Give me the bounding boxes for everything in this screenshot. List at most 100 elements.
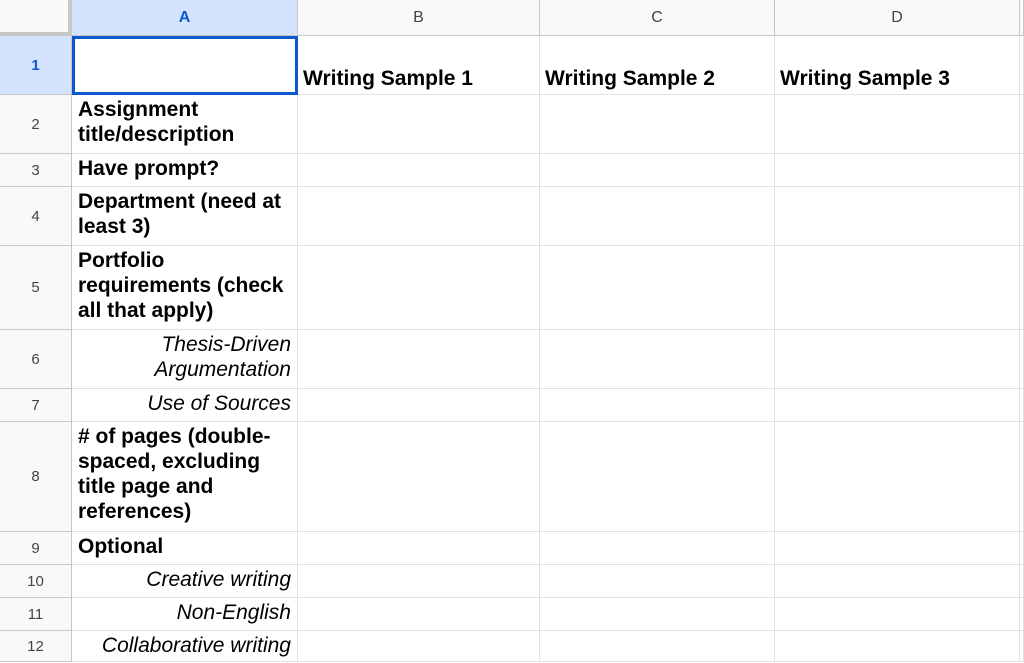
cell-e12[interactable] <box>1020 631 1024 662</box>
column-header-c[interactable]: C <box>540 0 775 36</box>
cell-e2[interactable] <box>1020 95 1024 154</box>
cell-a9[interactable]: Optional <box>72 532 298 565</box>
cell-a8[interactable]: # of pages (double-spaced, excluding tit… <box>72 422 298 532</box>
cell-c5[interactable] <box>540 246 775 330</box>
cell-text: # of pages (double-spaced, excluding tit… <box>78 425 271 523</box>
cell-a4[interactable]: Department (need at least 3) <box>72 187 298 246</box>
cell-d11[interactable] <box>775 598 1020 631</box>
table-row: 3 Have prompt? <box>0 154 1024 187</box>
cell-text: Writing Sample 3 <box>780 67 950 90</box>
cell-b7[interactable] <box>298 389 540 422</box>
cell-text: Writing Sample 2 <box>545 67 715 90</box>
cell-b10[interactable] <box>298 565 540 598</box>
cell-c4[interactable] <box>540 187 775 246</box>
select-all-corner[interactable] <box>0 0 72 36</box>
cell-text: Optional <box>78 535 164 558</box>
cell-a10[interactable]: Creative writing <box>72 565 298 598</box>
row-header[interactable]: 7 <box>0 389 72 422</box>
cell-a2[interactable]: Assignment title/description <box>72 95 298 154</box>
cell-d1[interactable]: Writing Sample 3 <box>775 36 1020 95</box>
row-header[interactable]: 6 <box>0 330 72 389</box>
cell-a3[interactable]: Have prompt? <box>72 154 298 187</box>
cell-c3[interactable] <box>540 154 775 187</box>
cell-text: Collaborative writing <box>101 634 291 657</box>
cell-c2[interactable] <box>540 95 775 154</box>
cell-e7[interactable] <box>1020 389 1024 422</box>
cell-text: Assignment title/description <box>78 98 235 146</box>
cell-b2[interactable] <box>298 95 540 154</box>
cell-b5[interactable] <box>298 246 540 330</box>
cell-c8[interactable] <box>540 422 775 532</box>
cell-e8[interactable] <box>1020 422 1024 532</box>
table-row: 4 Department (need at least 3) <box>0 187 1024 246</box>
cell-d10[interactable] <box>775 565 1020 598</box>
cell-c10[interactable] <box>540 565 775 598</box>
table-row: 9 Optional <box>0 532 1024 565</box>
row-header[interactable]: 10 <box>0 565 72 598</box>
cell-d7[interactable] <box>775 389 1020 422</box>
row-header[interactable]: 12 <box>0 631 72 662</box>
cell-c7[interactable] <box>540 389 775 422</box>
cell-d5[interactable] <box>775 246 1020 330</box>
cell-b4[interactable] <box>298 187 540 246</box>
cell-b3[interactable] <box>298 154 540 187</box>
cell-c11[interactable] <box>540 598 775 631</box>
cell-b8[interactable] <box>298 422 540 532</box>
cell-b11[interactable] <box>298 598 540 631</box>
row-header[interactable]: 2 <box>0 95 72 154</box>
cell-text: Have prompt? <box>78 157 220 180</box>
cell-b6[interactable] <box>298 330 540 389</box>
cell-e11[interactable] <box>1020 598 1024 631</box>
cell-b12[interactable] <box>298 631 540 662</box>
row-header[interactable]: 9 <box>0 532 72 565</box>
cell-e3[interactable] <box>1020 154 1024 187</box>
cell-d4[interactable] <box>775 187 1020 246</box>
cell-a11[interactable]: Non-English <box>72 598 298 631</box>
cell-a6[interactable]: Thesis-Driven Argumentation <box>72 330 298 389</box>
table-row: 5 Portfolio requirements (check all that… <box>0 246 1024 330</box>
table-row: 10 Creative writing <box>0 565 1024 598</box>
column-header-b[interactable]: B <box>298 0 540 36</box>
cell-b9[interactable] <box>298 532 540 565</box>
row-header[interactable]: 4 <box>0 187 72 246</box>
column-header-d[interactable]: D <box>775 0 1020 36</box>
table-row: 2 Assignment title/description <box>0 95 1024 154</box>
row-header[interactable]: 3 <box>0 154 72 187</box>
table-row: 12 Collaborative writing <box>0 631 1024 662</box>
cell-d9[interactable] <box>775 532 1020 565</box>
cell-e4[interactable] <box>1020 187 1024 246</box>
cell-e9[interactable] <box>1020 532 1024 565</box>
cell-e1[interactable] <box>1020 36 1024 95</box>
table-row: 7 Use of Sources <box>0 389 1024 422</box>
cell-e5[interactable] <box>1020 246 1024 330</box>
cell-d12[interactable] <box>775 631 1020 662</box>
cell-b1[interactable]: Writing Sample 1 <box>298 36 540 95</box>
cell-c6[interactable] <box>540 330 775 389</box>
cell-a5[interactable]: Portfolio requirements (check all that a… <box>72 246 298 330</box>
cell-text: Department (need at least 3) <box>78 190 282 238</box>
cell-c12[interactable] <box>540 631 775 662</box>
row-header[interactable]: 11 <box>0 598 72 631</box>
column-header-e[interactable] <box>1020 0 1024 36</box>
row-header[interactable]: 8 <box>0 422 72 532</box>
cell-text: Non-English <box>176 601 291 624</box>
cell-a12[interactable]: Collaborative writing <box>72 631 298 662</box>
cell-e10[interactable] <box>1020 565 1024 598</box>
row-header[interactable]: 5 <box>0 246 72 330</box>
table-row: 1 Writing Sample 1 Writing Sample 2 Writ… <box>0 36 1024 95</box>
cell-text: Use of Sources <box>147 392 291 415</box>
table-row: 8 # of pages (double-spaced, excluding t… <box>0 422 1024 532</box>
cell-d3[interactable] <box>775 154 1020 187</box>
cell-a1[interactable] <box>72 36 298 95</box>
column-header-a[interactable]: A <box>72 0 298 36</box>
cell-d6[interactable] <box>775 330 1020 389</box>
cell-c1[interactable]: Writing Sample 2 <box>540 36 775 95</box>
cell-text: Portfolio requirements (check all that a… <box>78 249 284 322</box>
row-header[interactable]: 1 <box>0 36 72 95</box>
cell-e6[interactable] <box>1020 330 1024 389</box>
cell-d2[interactable] <box>775 95 1020 154</box>
cell-a7[interactable]: Use of Sources <box>72 389 298 422</box>
cell-d8[interactable] <box>775 422 1020 532</box>
cell-text: Creative writing <box>146 568 291 591</box>
cell-c9[interactable] <box>540 532 775 565</box>
